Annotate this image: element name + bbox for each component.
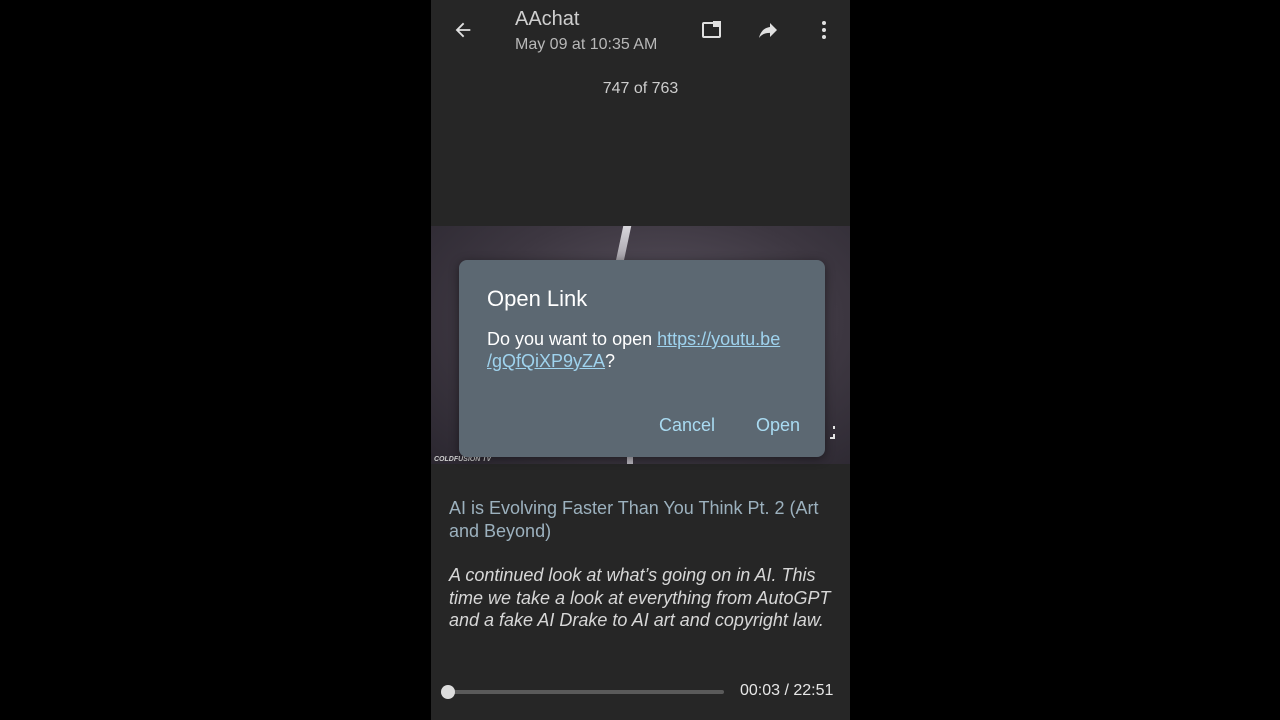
- video-thumbnail[interactable]: COLDFUSION TV Open Link Do you want to o…: [431, 226, 850, 464]
- seek-bar[interactable]: [448, 690, 724, 694]
- dialog-message: Do you want to open https://youtu.be/gQf…: [487, 328, 803, 372]
- seek-thumb[interactable]: [441, 685, 455, 699]
- open-link-dialog: Open Link Do you want to open https://yo…: [459, 260, 825, 457]
- media-counter: 747 of 763: [602, 80, 679, 97]
- back-arrow-icon[interactable]: [443, 10, 483, 50]
- chat-title: AAchat: [515, 8, 580, 30]
- dialog-link-part2[interactable]: /gQfQiXP9yZA: [487, 351, 605, 371]
- playback-bar: 00:03 / 22:51: [431, 676, 850, 708]
- open-button[interactable]: Open: [756, 415, 800, 436]
- video-title-link[interactable]: AI is Evolving Faster Than You Think Pt.…: [449, 497, 844, 543]
- dialog-message-prefix: Do you want to open: [487, 329, 658, 349]
- more-vert-icon[interactable]: [804, 10, 844, 50]
- cancel-button[interactable]: Cancel: [659, 415, 715, 436]
- dialog-link-part1[interactable]: https://youtu.be: [657, 329, 780, 349]
- message-date: May 09 at 10:35 AM: [515, 36, 658, 53]
- top-bar: AAchat May 09 at 10:35 AM: [431, 0, 850, 64]
- video-summary: A continued look at what’s going on in A…: [449, 565, 831, 630]
- dialog-message-suffix: ?: [605, 351, 616, 371]
- media-viewer-screen: AAchat May 09 at 10:35 AM 747 of 763 COL…: [431, 0, 850, 720]
- video-watermark: COLDFUSION TV: [434, 456, 492, 463]
- playback-time: 00:03 / 22:51: [740, 682, 834, 699]
- picture-in-picture-icon[interactable]: [692, 10, 732, 50]
- share-icon[interactable]: [748, 10, 788, 50]
- dialog-title: Open Link: [487, 286, 588, 311]
- video-description: AI is Evolving Faster Than You Think Pt.…: [449, 497, 844, 632]
